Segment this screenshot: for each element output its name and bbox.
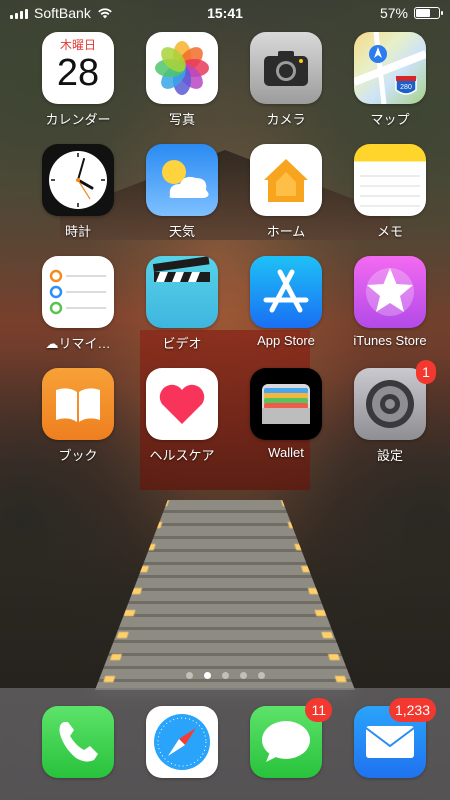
- app-home[interactable]: ホーム: [234, 144, 338, 240]
- app-label: メモ: [376, 224, 403, 239]
- page-dot: [203, 672, 211, 679]
- app-label: ヘルスケア: [149, 448, 215, 463]
- app-maps[interactable]: 280 マップ: [338, 32, 442, 128]
- page-indicator[interactable]: [0, 672, 450, 679]
- app-label: ☁リマイ…: [45, 336, 111, 351]
- photos-icon: [146, 32, 218, 104]
- app-label: 天気: [168, 224, 195, 239]
- page-dot: [221, 672, 229, 679]
- notes-icon: [354, 144, 426, 216]
- battery-percentage: 57%: [379, 5, 408, 21]
- app-label: 設定: [376, 448, 403, 463]
- phone-icon: [42, 706, 114, 778]
- reminders-icon: [42, 256, 114, 328]
- app-reminders[interactable]: ☁リマイ…: [26, 256, 130, 352]
- status-bar: SoftBank 15:41 57%: [0, 0, 450, 26]
- app-health[interactable]: ヘルスケア: [130, 368, 234, 464]
- app-photos[interactable]: 写真: [130, 32, 234, 128]
- app-calendar[interactable]: 木曜日 28 カレンダー: [26, 32, 130, 128]
- app-label: iTunes Store: [353, 333, 427, 348]
- app-grid: 木曜日 28 カレンダー 写真 カメラ 280 マップ 時計 天気 ホーム メモ…: [26, 32, 436, 464]
- settings-icon: [354, 368, 426, 440]
- home-icon: [250, 144, 322, 216]
- wallet-icon: [250, 368, 322, 440]
- camera-icon: [250, 32, 322, 104]
- dock: 11 1,233: [0, 688, 450, 800]
- map-highway-sign: 280: [400, 84, 412, 91]
- videos-icon: [146, 256, 218, 328]
- app-weather[interactable]: 天気: [130, 144, 234, 240]
- itunes-store-icon: [354, 256, 426, 328]
- calendar-icon: 木曜日 28: [42, 32, 114, 104]
- weather-icon: [146, 144, 218, 216]
- app-label: ホーム: [266, 224, 306, 239]
- app-books[interactable]: ブック: [26, 368, 130, 464]
- notification-badge: 1,233: [388, 698, 436, 722]
- books-icon: [42, 368, 114, 440]
- dock-mail[interactable]: 1,233: [338, 698, 442, 778]
- status-time: 15:41: [207, 5, 243, 21]
- calendar-day: 28: [56, 52, 100, 94]
- app-store-icon: [250, 256, 322, 328]
- page-dot: [239, 672, 247, 679]
- cellular-signal-icon: [10, 7, 28, 19]
- app-label: ブック: [58, 448, 98, 463]
- page-dot: [257, 672, 265, 679]
- notification-badge: 1: [416, 360, 436, 384]
- app-camera[interactable]: カメラ: [234, 32, 338, 128]
- dock-safari[interactable]: [130, 706, 234, 778]
- dock-messages[interactable]: 11: [234, 698, 338, 778]
- app-itunes-store[interactable]: iTunes Store: [338, 256, 442, 352]
- page-dot: [185, 672, 193, 679]
- health-icon: [146, 368, 218, 440]
- app-label: カメラ: [266, 112, 306, 127]
- app-clock[interactable]: 時計: [26, 144, 130, 240]
- battery-icon: [414, 7, 443, 19]
- app-label: ビデオ: [162, 336, 202, 351]
- app-app-store[interactable]: App Store: [234, 256, 338, 352]
- wifi-icon: [97, 7, 113, 19]
- calendar-weekday: 木曜日: [59, 38, 96, 52]
- app-wallet[interactable]: Wallet: [234, 368, 338, 464]
- app-videos[interactable]: ビデオ: [130, 256, 234, 352]
- maps-icon: 280: [354, 32, 426, 104]
- app-label: App Store: [257, 333, 315, 348]
- notification-badge: 11: [305, 698, 332, 722]
- app-label: マップ: [370, 112, 410, 127]
- dock-phone[interactable]: [26, 706, 130, 778]
- app-label: カレンダー: [45, 112, 111, 127]
- safari-icon: [146, 706, 218, 778]
- carrier-name: SoftBank: [34, 5, 91, 21]
- app-label: 写真: [168, 112, 195, 127]
- clock-icon: [42, 144, 114, 216]
- app-label: 時計: [64, 224, 91, 239]
- app-notes[interactable]: メモ: [338, 144, 442, 240]
- app-label: Wallet: [268, 445, 304, 460]
- icloud-download-icon: ☁: [45, 336, 59, 351]
- home-screen: SoftBank 15:41 57% 木曜日 28 カレンダー 写真 カメラ 2…: [0, 0, 450, 800]
- app-settings[interactable]: 1 設定: [338, 360, 442, 464]
